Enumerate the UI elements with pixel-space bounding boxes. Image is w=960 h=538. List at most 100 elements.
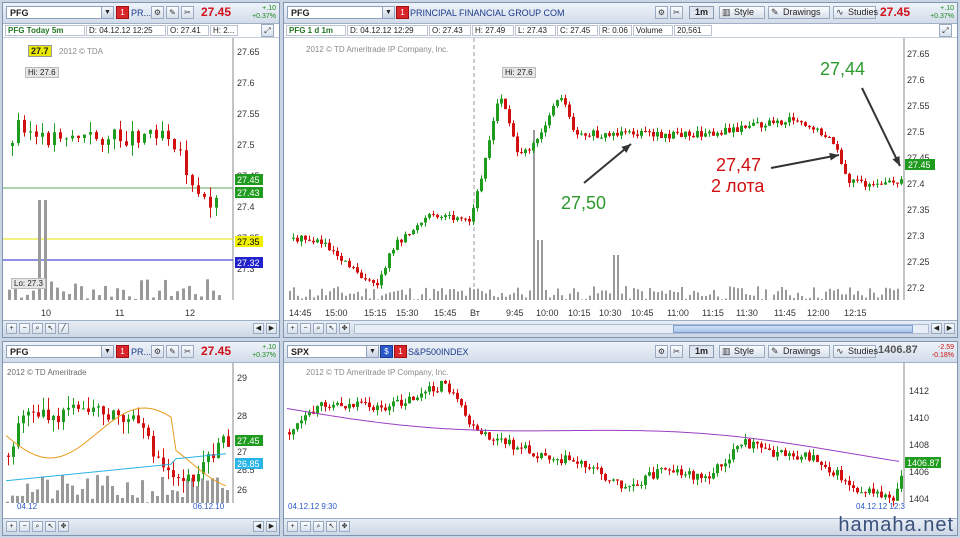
move-icon[interactable]: ✥ bbox=[58, 521, 69, 532]
zoom-out-icon[interactable]: − bbox=[300, 521, 311, 532]
candle-body bbox=[892, 180, 895, 183]
drawings-button[interactable]: ✎ Drawings bbox=[768, 6, 830, 19]
volume-bar bbox=[793, 297, 795, 300]
scroll-left-icon[interactable]: ◀ bbox=[253, 521, 264, 532]
horizontal-scrollbar[interactable] bbox=[354, 324, 929, 334]
volume-bar bbox=[577, 291, 579, 300]
volume-bar bbox=[573, 288, 575, 300]
scroll-right-icon[interactable]: ▶ bbox=[266, 323, 277, 334]
scrollbar-thumb[interactable] bbox=[673, 325, 913, 333]
copyright-text: 2012 © TDA bbox=[59, 47, 103, 56]
zoom-in-icon[interactable]: + bbox=[287, 323, 298, 334]
chevron-down-icon[interactable]: ▼ bbox=[101, 7, 113, 18]
chart-settings-icon[interactable]: ⚙ bbox=[151, 345, 164, 358]
symbol-field[interactable]: PFG ▼ bbox=[6, 6, 114, 19]
expand-icon[interactable]: ⤢ bbox=[261, 24, 274, 37]
chart-settings-icon[interactable]: ⚙ bbox=[655, 6, 668, 19]
wrench-icon[interactable]: ✂ bbox=[670, 345, 683, 358]
time-axis-label: 11:15 bbox=[702, 308, 724, 318]
scroll-left-icon[interactable]: ◀ bbox=[253, 323, 264, 334]
candle-body bbox=[12, 446, 15, 457]
drawings-button[interactable]: ✎ Drawings bbox=[768, 345, 830, 358]
volume-bar bbox=[857, 290, 859, 300]
timeframe-button[interactable]: 1m bbox=[689, 6, 714, 19]
scroll-right-icon[interactable]: ▶ bbox=[944, 323, 955, 334]
candle-body bbox=[792, 453, 795, 457]
cursor-icon[interactable]: ↖ bbox=[45, 521, 56, 532]
wrench-icon[interactable]: ✂ bbox=[181, 6, 194, 19]
symbol-field[interactable]: SPX ▼ bbox=[287, 345, 379, 358]
cursor-icon[interactable]: ↖ bbox=[326, 521, 337, 532]
volume-bar bbox=[621, 293, 623, 300]
candle-body bbox=[784, 450, 787, 456]
pencil-icon[interactable]: ✎ bbox=[166, 6, 179, 19]
candle-body bbox=[868, 488, 871, 493]
zoom-out-icon[interactable]: − bbox=[19, 521, 30, 532]
chevron-down-icon[interactable]: ▼ bbox=[101, 346, 113, 357]
studies-button[interactable]: ∿ Studies bbox=[833, 345, 878, 358]
chart-settings-icon[interactable]: ⚙ bbox=[655, 345, 668, 358]
move-icon[interactable]: ✥ bbox=[339, 323, 350, 334]
volume-bar bbox=[140, 280, 143, 300]
zoom-out-icon[interactable]: − bbox=[19, 323, 30, 334]
price-chart: 29282726.52627.4526.85 bbox=[3, 363, 263, 503]
zoom-in-icon[interactable]: + bbox=[6, 323, 17, 334]
candle-body bbox=[460, 217, 463, 219]
volume-bar bbox=[170, 296, 173, 300]
candle-body bbox=[440, 217, 443, 219]
volume-bar bbox=[861, 295, 863, 300]
volume-bar bbox=[525, 297, 527, 300]
candle-body bbox=[744, 439, 747, 445]
candle-body bbox=[804, 122, 807, 126]
volume-bar bbox=[693, 290, 695, 300]
style-button[interactable]: ▥ Style bbox=[719, 6, 765, 19]
line-tool-icon[interactable]: ╱ bbox=[58, 323, 69, 334]
cursor-icon[interactable]: ↖ bbox=[326, 323, 337, 334]
chart-settings-icon[interactable]: ⚙ bbox=[151, 6, 164, 19]
candle-body bbox=[572, 460, 575, 462]
pencil-icon[interactable]: ✎ bbox=[166, 345, 179, 358]
chevron-down-icon[interactable]: ▼ bbox=[366, 346, 378, 357]
volume-bar bbox=[705, 295, 707, 300]
volume-bar bbox=[701, 296, 703, 300]
scroll-right-icon[interactable]: ▶ bbox=[266, 521, 277, 532]
symbol-field[interactable]: PFG ▼ bbox=[287, 6, 395, 19]
magnifier-icon[interactable]: ⌕ bbox=[32, 521, 43, 532]
wrench-icon[interactable]: ✂ bbox=[181, 345, 194, 358]
chart-high: H: 2... bbox=[210, 25, 238, 36]
magnifier-icon[interactable]: ⌕ bbox=[313, 323, 324, 334]
candle-body bbox=[142, 423, 145, 428]
symbol-field[interactable]: PFG ▼ bbox=[6, 345, 114, 358]
timeframe-button[interactable]: 1m bbox=[689, 345, 714, 358]
chart-high: H: 27.49 bbox=[472, 25, 514, 36]
candle-body bbox=[11, 142, 14, 146]
candle-body bbox=[560, 459, 563, 464]
cursor-icon[interactable]: ↖ bbox=[45, 323, 56, 334]
magnifier-icon[interactable]: ⌕ bbox=[313, 521, 324, 532]
zoom-in-icon[interactable]: + bbox=[287, 521, 298, 532]
studies-button[interactable]: ∿ Studies bbox=[833, 6, 878, 19]
link-blue-icon[interactable]: $ bbox=[380, 345, 393, 358]
zoom-in-icon[interactable]: + bbox=[6, 521, 17, 532]
chevron-down-icon[interactable]: ▼ bbox=[382, 7, 394, 18]
scroll-left-icon[interactable]: ◀ bbox=[931, 323, 942, 334]
wrench-icon[interactable]: ✂ bbox=[670, 6, 683, 19]
candle-body bbox=[872, 488, 875, 494]
link-red-icon[interactable]: 1 bbox=[116, 345, 129, 358]
candle-body bbox=[172, 470, 175, 478]
candle-body bbox=[364, 278, 367, 280]
volume-bar bbox=[152, 297, 155, 300]
candle-body bbox=[472, 424, 475, 426]
zoom-out-icon[interactable]: − bbox=[300, 323, 311, 334]
magnifier-icon[interactable]: ⌕ bbox=[32, 323, 43, 334]
candle-body bbox=[832, 472, 835, 476]
link-red-icon[interactable]: 1 bbox=[116, 6, 129, 19]
axis-tick-label: 27.3 bbox=[907, 231, 925, 241]
style-button[interactable]: ▥ Style bbox=[719, 345, 765, 358]
candle-body bbox=[608, 133, 611, 136]
move-icon[interactable]: ✥ bbox=[339, 521, 350, 532]
link-red-icon[interactable]: 1 bbox=[394, 345, 407, 358]
expand-icon[interactable]: ⤢ bbox=[939, 24, 952, 37]
candle-body bbox=[620, 131, 623, 136]
link-red-icon[interactable]: 1 bbox=[396, 6, 409, 19]
